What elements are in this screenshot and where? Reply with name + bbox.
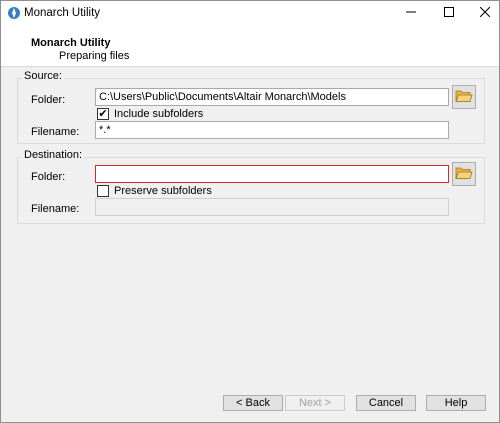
destination-filename-field: [95, 198, 449, 216]
minimize-icon: [406, 7, 416, 20]
source-filename-label: Filename:: [31, 126, 80, 138]
back-button[interactable]: < Back: [223, 395, 283, 411]
maximize-icon: [444, 6, 454, 20]
cancel-button[interactable]: Cancel: [356, 395, 416, 411]
include-subfolders-checkbox[interactable]: ✔: [97, 108, 109, 120]
source-folder-label: Folder:: [31, 94, 66, 106]
close-button[interactable]: [467, 1, 500, 25]
close-icon: [479, 6, 491, 20]
help-button[interactable]: Help: [426, 395, 486, 411]
minimize-button[interactable]: [393, 1, 429, 25]
preserve-subfolders-option[interactable]: Preserve subfolders: [97, 185, 212, 197]
maximize-button[interactable]: [431, 1, 467, 25]
window-title: Monarch Utility: [24, 7, 101, 19]
preserve-subfolders-label: Preserve subfolders: [114, 185, 212, 197]
checkmark-icon: ✔: [98, 107, 108, 120]
destination-group-label: Destination:: [22, 149, 85, 161]
preserve-subfolders-checkbox[interactable]: [97, 185, 109, 197]
wizard-header: Monarch Utility Preparing files: [1, 25, 499, 67]
destination-folder-label: Folder:: [31, 171, 66, 183]
title-bar[interactable]: Monarch Utility: [1, 1, 499, 25]
destination-browse-button[interactable]: [452, 162, 476, 186]
source-filename-field[interactable]: *.*: [95, 121, 449, 139]
next-button[interactable]: Next >: [285, 395, 345, 411]
wizard-subtitle: Preparing files: [59, 50, 130, 62]
wizard-title: Monarch Utility: [31, 37, 111, 49]
destination-folder-field[interactable]: [95, 165, 449, 183]
monarch-utility-window: Monarch Utility Monarch Utility Preparin…: [0, 0, 500, 423]
app-logo-icon: [7, 6, 21, 20]
folder-open-icon: [455, 89, 473, 106]
source-group: Source: Folder: C:\Users\Public\Document…: [17, 70, 485, 144]
source-group-label: Source:: [22, 70, 64, 82]
destination-group: Destination: Folder: Preserve subfolders…: [17, 149, 485, 224]
folder-open-icon: [455, 166, 473, 183]
destination-filename-label: Filename:: [31, 203, 80, 215]
source-browse-button[interactable]: [452, 85, 476, 109]
include-subfolders-label: Include subfolders: [114, 108, 204, 120]
source-folder-field[interactable]: C:\Users\Public\Documents\Altair Monarch…: [95, 88, 449, 106]
include-subfolders-option[interactable]: ✔ Include subfolders: [97, 108, 203, 120]
